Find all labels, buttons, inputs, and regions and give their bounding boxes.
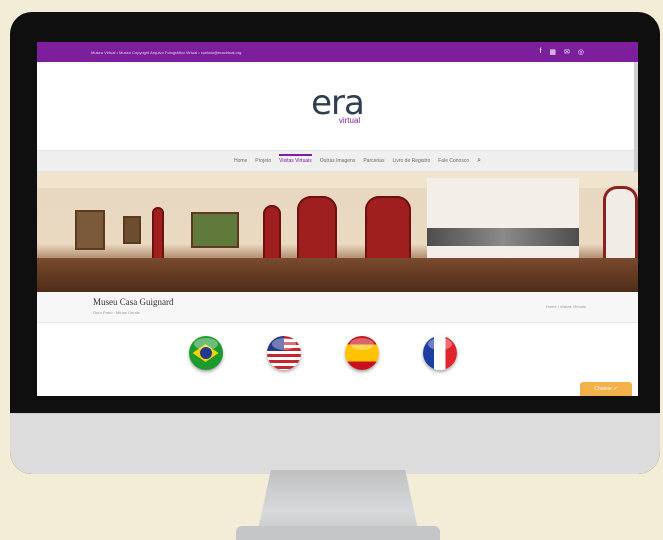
page-title-bar: Museu Casa Guignard Ouro Preto · Minas G… (37, 292, 638, 323)
site-logo-sub: virtual (338, 115, 361, 125)
search-icon[interactable]: ⌕ (477, 157, 481, 165)
logo-area: era virtual (37, 62, 638, 150)
language-flags (37, 323, 638, 383)
monitor-chin (10, 413, 660, 474)
site-logo[interactable]: era (311, 86, 365, 120)
browser-screen: Museu Virtual • Museu Copyright Arquivo … (37, 42, 638, 396)
painting-frame (191, 212, 239, 248)
page-subtitle: Ouro Preto · Minas Gerais (93, 310, 140, 315)
usa-flag-icon[interactable] (266, 336, 301, 370)
brazil-flag-icon[interactable] (188, 336, 223, 370)
nav-fale-conosco[interactable]: Fale Conosco (438, 158, 469, 164)
door (263, 205, 281, 265)
nav-home[interactable]: Home (234, 158, 247, 164)
main-nav: Home Projeto Visitas Virtuais Outras Ima… (37, 150, 638, 172)
spain-flag-icon[interactable] (344, 336, 379, 370)
door (152, 207, 164, 262)
hero-panorama (37, 172, 638, 292)
nav-parcerias[interactable]: Parcerias (363, 158, 384, 164)
page-title: Museu Casa Guignard (93, 297, 174, 307)
panoramic-photo (427, 228, 579, 246)
breadcrumb[interactable]: Home / Visitas Virtuais (546, 304, 586, 309)
scrollbar[interactable] (634, 62, 638, 172)
top-bar: Museu Virtual • Museu Copyright Arquivo … (37, 42, 638, 62)
nav-outras-imagens[interactable]: Outras Imagens (320, 158, 356, 164)
monitor-stand (258, 470, 418, 530)
wall-panel (427, 178, 579, 268)
monitor-stand-base (236, 526, 440, 540)
hero-floor (37, 258, 638, 292)
nav-visitas-virtuais[interactable]: Visitas Virtuais (279, 154, 312, 164)
painting-frame (123, 216, 141, 244)
social-icons: f ▦ ✉ ◎ (539, 48, 584, 56)
painting-frame (75, 210, 105, 250)
top-bar-text: Museu Virtual • Museu Copyright Arquivo … (91, 49, 242, 55)
nav-livro-de-registro[interactable]: Livro de Registro (392, 158, 430, 164)
nav-projeto[interactable]: Projeto (255, 158, 271, 164)
monitor: Museu Virtual • Museu Copyright Arquivo … (10, 12, 660, 474)
france-flag-icon[interactable] (422, 336, 457, 370)
instagram-icon[interactable]: ◎ (578, 48, 584, 56)
mail-icon[interactable]: ✉ (564, 48, 570, 56)
chat-button[interactable]: Chatear ✓ (580, 382, 632, 396)
grid-icon[interactable]: ▦ (549, 48, 556, 56)
facebook-icon[interactable]: f (539, 48, 541, 56)
